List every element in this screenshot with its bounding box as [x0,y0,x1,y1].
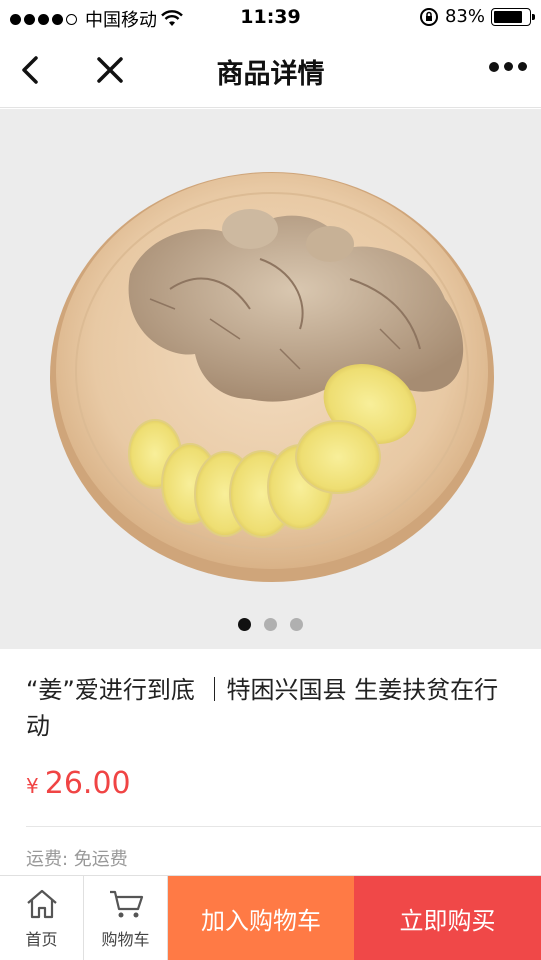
battery-status: 83% [419,6,535,27]
shipping-info: 运费: 免运费 [26,849,128,870]
product-image-carousel[interactable] [0,109,541,649]
cart-tab[interactable]: 购物车 [84,876,168,960]
home-tab-label: 首页 [25,930,58,949]
home-icon [26,889,57,919]
carousel-indicators [0,618,541,631]
cart-tab-label: 购物车 [101,930,150,949]
buy-now-button[interactable]: 立即购买 [354,876,541,960]
product-price: ¥ 26.00 [26,766,131,801]
home-tab[interactable]: 首页 [0,876,84,960]
more-options-button[interactable] [489,62,527,72]
battery-percent: 83% [444,6,485,27]
add-to-cart-button[interactable]: 加入购物车 [168,876,354,960]
product-title: “姜”爱进行到底 ｜特困兴国县 生姜扶贫在行动 [26,676,499,740]
bottom-action-bar: 首页 购物车 加入购物车 立即购买 [0,875,541,960]
ginger-product-image [50,172,494,582]
more-icon [489,62,499,72]
rotation-lock-icon [419,7,438,26]
currency-symbol: ¥ [26,774,39,798]
nav-bar: 商品详情 [0,34,541,108]
divider [26,826,541,827]
carousel-dot[interactable] [264,618,277,631]
price-value: 26.00 [44,766,131,801]
battery-icon [491,7,535,26]
carousel-dot[interactable] [238,618,251,631]
shopping-cart-icon [109,890,143,918]
page-title: 商品详情 [216,59,325,90]
status-bar: 中国移动 11:39 83% [0,0,541,34]
carousel-dot[interactable] [290,618,303,631]
